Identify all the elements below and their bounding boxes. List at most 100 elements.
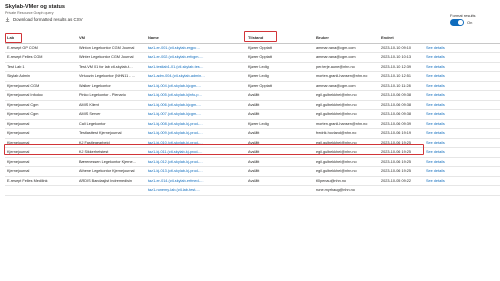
cell-name[interactable]: taz1-kj-004.(ctl-skylab-kjcgm-…: [148, 82, 218, 91]
cell-tilstand: [248, 186, 288, 195]
cell-name[interactable]: taz1-kj-006.(ctl-skylab-kjcgm-…: [148, 101, 218, 110]
cell-name[interactable]: taz1-testlab1-01.(ctl-skylab-tes…: [148, 63, 218, 72]
cell-lab: Kjernejournal: [7, 159, 30, 164]
cell-bruker: fredrik.hovland@nhn.no: [316, 131, 357, 135]
cell-vm: ARDIS Bandasjist Indremedisin: [79, 178, 132, 183]
table-row[interactable]: Kjernejournal Athene Legekontor Kjernejou…: [5, 167, 500, 177]
format-results-state: On: [467, 20, 473, 25]
cell-name[interactable]: taz1-kj-007.(ctl-skylab-kjcgm-…: [148, 110, 218, 119]
table-row[interactable]: Kjernejournal Cgm AMIS Server taz1-kj-007.…: [5, 110, 500, 120]
cell-vm: AMIS Server: [79, 112, 101, 116]
cell-lab: E-resept Felles CGM: [7, 55, 43, 59]
cell-endret: 2023-10-06 09:38: [381, 112, 411, 116]
cell-name[interactable]: taz1-kj-013.(ctl-skylab-kj-prod-…: [148, 167, 218, 176]
cell-tilstand: Avslått: [248, 159, 260, 164]
cell-name[interactable]: taz1-kj-005.(ctl-skylab-kjinfo-p…: [148, 91, 218, 100]
see-details-link[interactable]: See details: [426, 63, 466, 72]
cell-endret: 2023-10-06 19:25: [381, 169, 411, 173]
cell-tilstand: Kjører Opptatt: [248, 55, 272, 59]
format-results-toggle-group: Format results On: [450, 13, 496, 26]
cell-bruker: ammar.rana@cgm.com: [316, 83, 356, 88]
see-details-link[interactable]: See details: [426, 72, 466, 81]
cell-tilstand: Avslått: [248, 169, 260, 173]
column-header-endret[interactable]: Endret: [381, 33, 427, 43]
cell-name[interactable]: taz1-adm-004.(ctl-skylab-admin…: [148, 72, 218, 81]
cell-lab: Kjernejournal CGM: [7, 83, 40, 88]
cell-bruker: egil.gulbekkhei@nhn.no: [316, 102, 357, 107]
table-row[interactable]: Test Lab 1 Test-VM 01 for lab ctl-skylab-…: [5, 63, 500, 72]
table-row[interactable]: E-resept GP COM Winton Legekontor CGM Jou…: [5, 44, 500, 53]
table-row[interactable]: Kjernejournal Infodoc Pinko Legekontor - …: [5, 91, 500, 101]
table-row[interactable]: Kjernejournal Bærenessen Legekontor Kjern…: [5, 158, 500, 167]
cell-tilstand: Avslått: [248, 102, 260, 107]
table-row[interactable]: Kjernejournal Cali Legekontor taz1-kj-008.…: [5, 120, 500, 129]
table-row[interactable]: E-resept Felles Medilink ARDIS Bandasjist…: [5, 177, 500, 186]
cell-name[interactable]: taz1-kj-008.(ctl-skylab-kj-prod-…: [148, 120, 218, 129]
see-details-link[interactable]: See details: [426, 129, 466, 138]
table-row[interactable]: Skylab Admin Virtuozin Legekontor (NHN11 …: [5, 72, 500, 82]
see-details-link[interactable]: See details: [426, 177, 466, 186]
cell-lab: Skylab Admin: [7, 74, 31, 78]
cell-bruker: egil.gulbekkhei@nhn.no: [316, 169, 357, 173]
cell-vm: [79, 186, 147, 195]
download-csv-button[interactable]: Download formatted results as CSV: [5, 17, 83, 22]
column-header-vm[interactable]: VM: [79, 33, 147, 43]
cell-name[interactable]: taz1-er-014.(ctl-skylab-erfmed-…: [148, 177, 218, 186]
see-details-link[interactable]: See details: [426, 53, 466, 62]
cell-endret: 2023-10-05 09:22: [381, 178, 411, 183]
cell-bruker: egil.gulbekkhei@nhn.no: [316, 93, 357, 97]
page-subtitle: Private Resource Graph query: [5, 11, 54, 15]
cell-name[interactable]: taz1-er-001.(ctl-skylab-ergpc…: [148, 44, 218, 53]
table-row[interactable]: Kjernejournal Cgm AMIS Klient taz1-kj-006.…: [5, 101, 500, 110]
see-details-link[interactable]: [426, 186, 466, 195]
cell-vm: Cali Legekontor: [79, 121, 106, 126]
cell-lab: Kjernejournal Cgm: [7, 102, 39, 107]
cell-tilstand: Kjører Opptatt: [248, 45, 272, 50]
cell-tilstand: Kjører Ledig: [248, 121, 269, 126]
cell-name[interactable]: taz1-kj-012.(ctl-skylab-kj-prod-…: [148, 158, 218, 167]
see-details-link[interactable]: See details: [426, 139, 466, 148]
see-details-link[interactable]: See details: [426, 158, 466, 167]
cell-tilstand: Kjører Ledig: [248, 64, 269, 69]
cell-vm: Test-VM 01 for lab ctl-skylab-t…: [79, 64, 133, 69]
see-details-link[interactable]: See details: [426, 82, 466, 91]
cell-bruker: ammar.rana@cgm.com: [316, 45, 356, 50]
cell-vm: Pinko Legekontor - Plenario: [79, 93, 126, 97]
see-details-link[interactable]: See details: [426, 44, 466, 53]
cell-lab: Kjernejournal: [7, 169, 30, 173]
cell-name[interactable]: taz1-kj-009.(ctl-skylab-kj-prod-…: [148, 129, 218, 138]
column-header-name[interactable]: Name: [148, 33, 218, 43]
cell-name[interactable]: taz1-er-002.(ctl-skylab-erfcgm-…: [148, 53, 218, 62]
see-details-link[interactable]: See details: [426, 120, 466, 129]
cell-endret: 2023-10-06 09:38: [381, 93, 411, 97]
see-details-link[interactable]: See details: [426, 148, 466, 157]
column-header-bruker[interactable]: Bruker: [316, 33, 376, 43]
see-details-link[interactable]: See details: [426, 167, 466, 176]
cell-vm: Walker Legekontor: [79, 83, 111, 88]
cell-bruker: morten.granli-hansen@nhn.no: [316, 121, 368, 126]
see-details-link[interactable]: See details: [426, 101, 466, 110]
cell-tilstand: Avslått: [248, 93, 260, 97]
format-results-toggle[interactable]: [450, 19, 464, 26]
cell-lab: Test Lab 1: [7, 64, 25, 69]
see-details-link[interactable]: See details: [426, 110, 466, 119]
cell-endret: 2023-10-10 10:13: [381, 55, 411, 59]
table-row[interactable]: Kjernejournal CGM Walker Legekontor taz1-k…: [5, 82, 500, 91]
table-row[interactable]: Kjernejournal Testlasttest Kjernejournal t…: [5, 129, 500, 139]
cell-vm: Winter Legekontor CGM Journal: [79, 55, 134, 59]
cell-endret: 2023-10-06 09:39: [381, 121, 411, 126]
see-details-link[interactable]: See details: [426, 91, 466, 100]
table-row[interactable]: taz1-runemy-lab.(ctl-lab-test-… rune.myrh…: [5, 186, 500, 196]
cell-vm: Bærenessen Legekontor Kjerne…: [79, 159, 137, 164]
cell-bruker: egil.gulbekkhei@nhn.no: [316, 159, 357, 164]
cell-tilstand: Kjører Ledig: [248, 74, 269, 78]
cell-name[interactable]: taz1-runemy-lab.(ctl-lab-test-…: [148, 186, 218, 195]
cell-lab: Kjernejournal Infodoc: [7, 93, 43, 97]
table-row[interactable]: E-resept Felles CGM Winter Legekontor CGM…: [5, 53, 500, 63]
download-csv-label: Download formatted results as CSV: [13, 17, 83, 22]
cell-lab: E-resept GP COM: [7, 45, 38, 50]
cell-bruker: per.terje.aune@nhn.no: [316, 64, 355, 69]
cell-endret: 2023-10-10 09:10: [381, 45, 411, 50]
cell-tilstand: Avslått: [248, 131, 260, 135]
format-results-label: Format results: [450, 13, 476, 18]
